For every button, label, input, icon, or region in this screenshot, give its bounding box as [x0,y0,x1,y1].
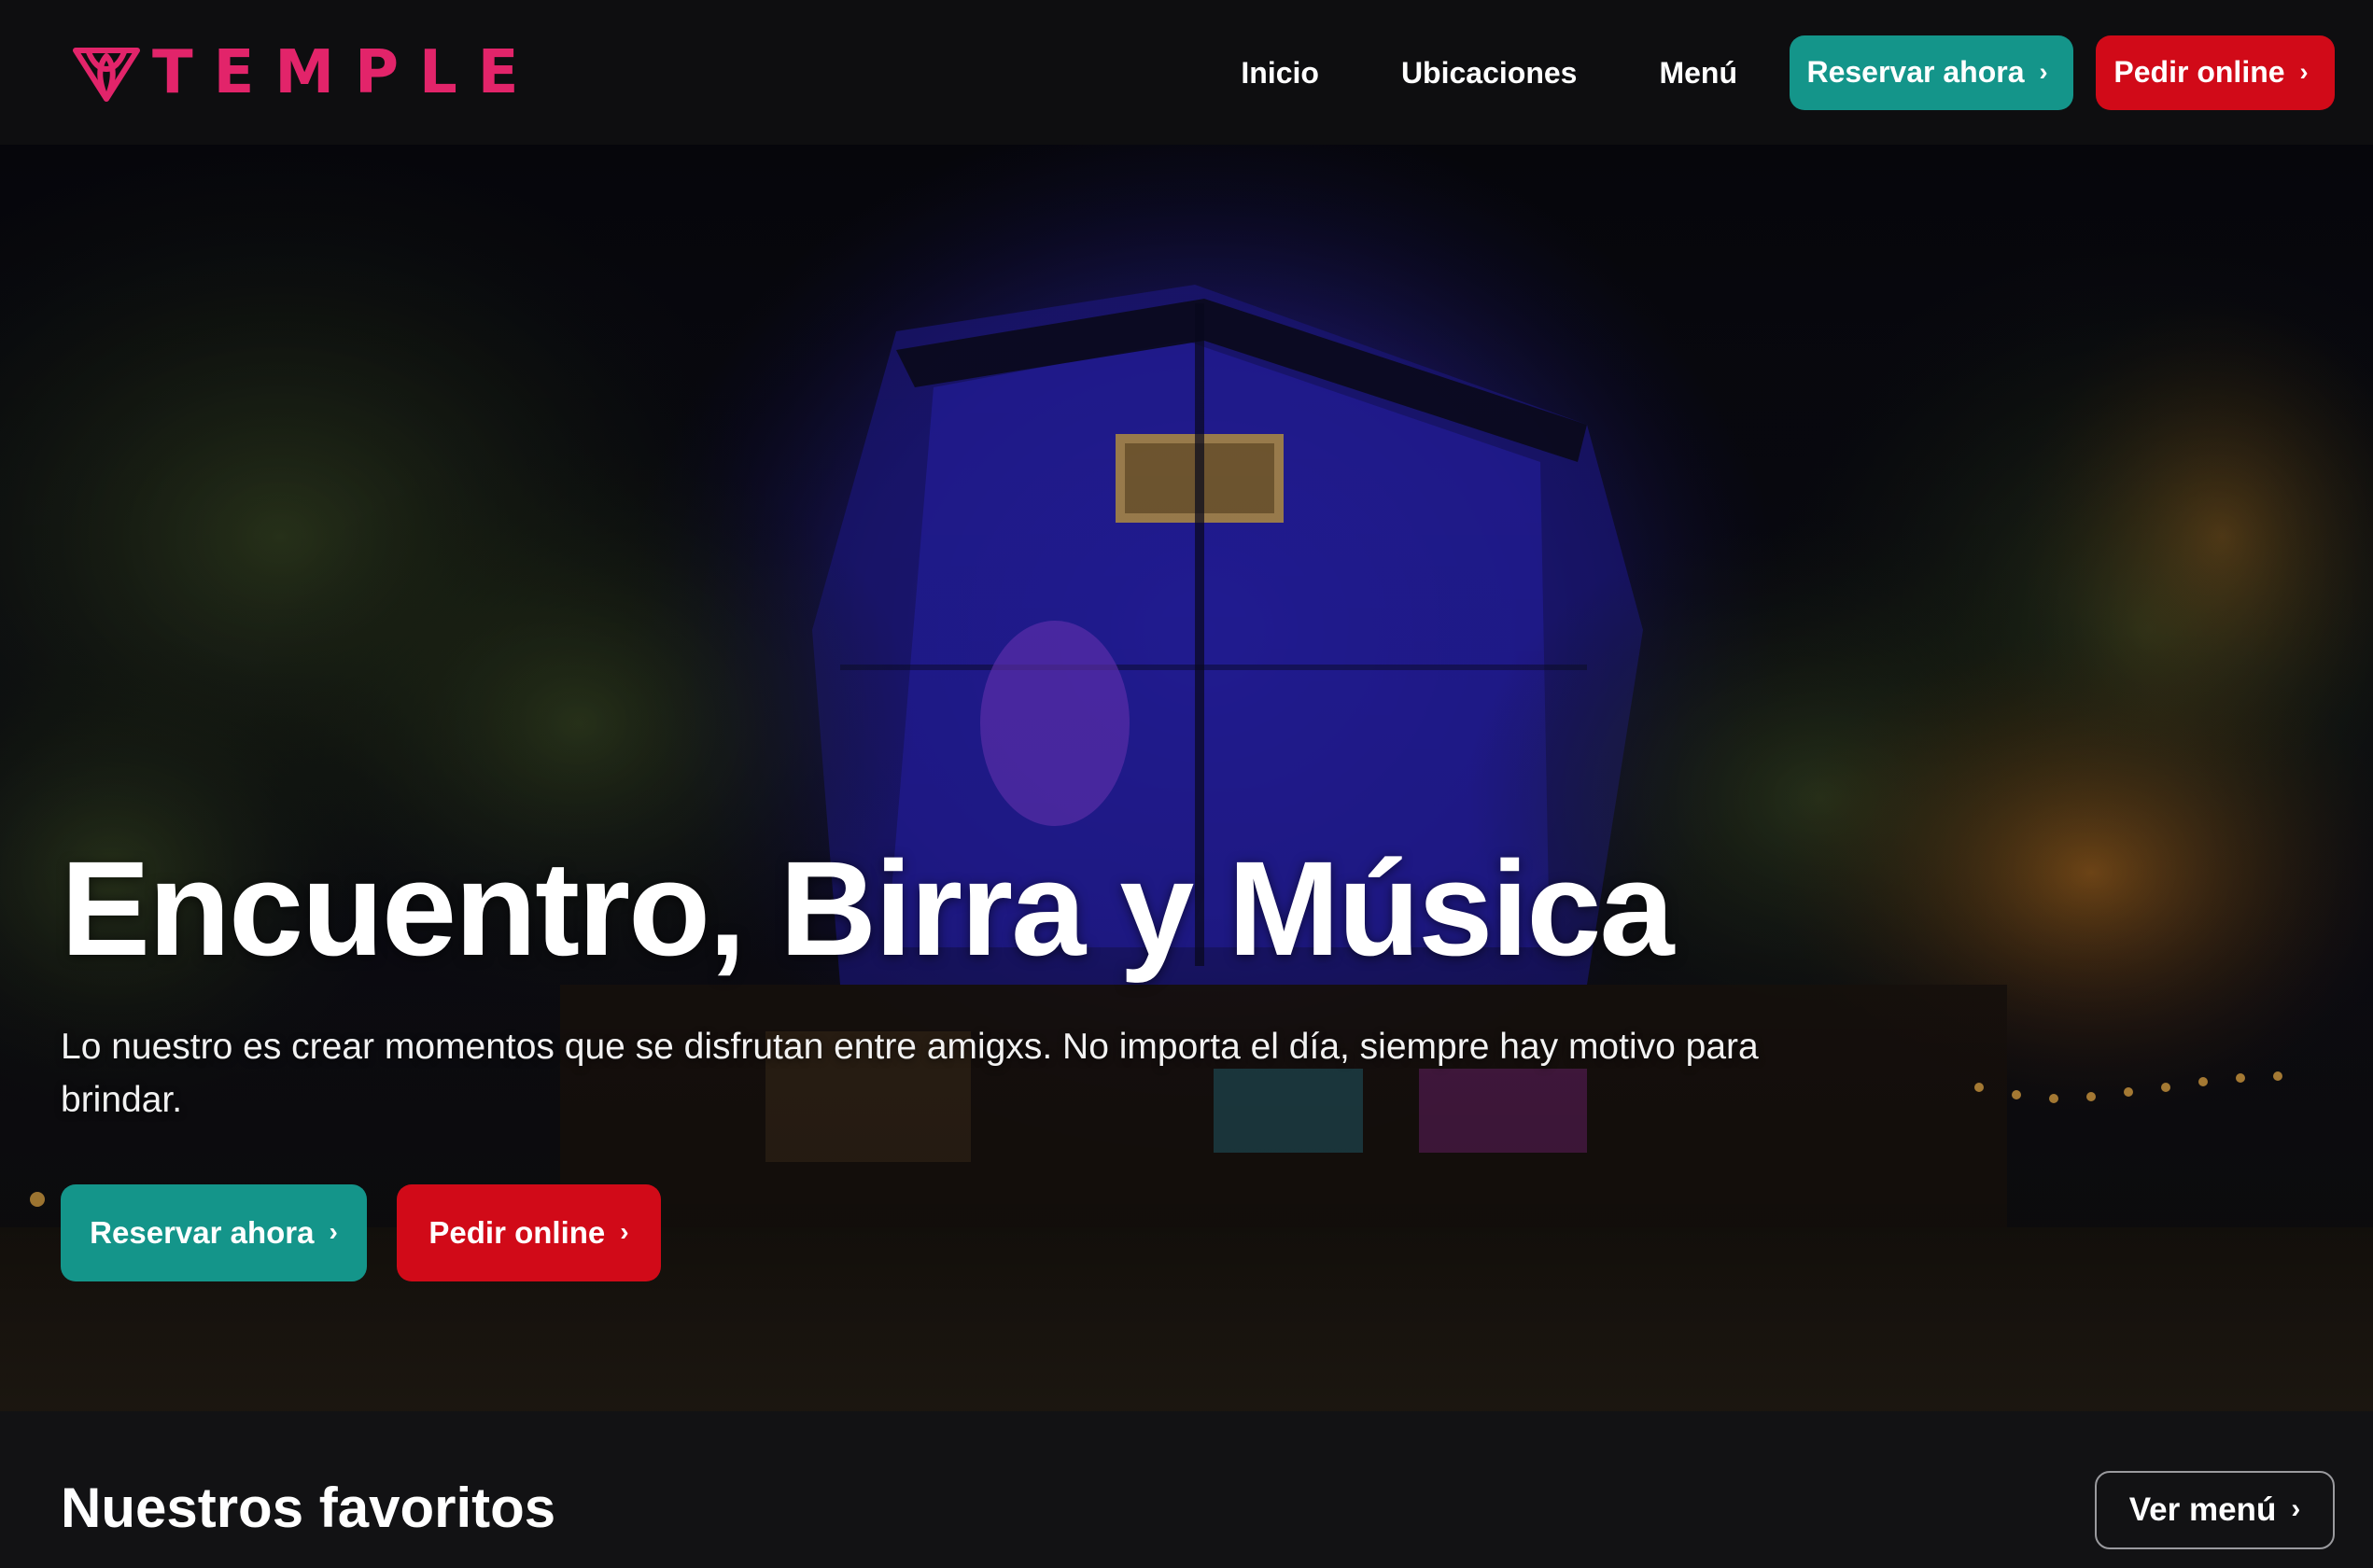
view-menu-button[interactable]: Ver menú › [2095,1471,2335,1549]
header-order-button[interactable]: Pedir online › [2096,35,2335,110]
view-menu-label: Ver menú [2128,1491,2277,1528]
brand-wordmark: TEMPLE [152,37,540,107]
nav-link-ubicaciones[interactable]: Ubicaciones [1401,58,1578,88]
chevron-right-icon: › [329,1217,338,1247]
nav-link-menu[interactable]: Menú [1659,58,1737,88]
hero-content: Encuentro, Birra y Música Lo nuestro es … [61,833,1834,1282]
chevron-right-icon: › [620,1217,629,1247]
hero-order-button[interactable]: Pedir online › [397,1184,661,1282]
chevron-right-icon: › [2039,56,2048,86]
nav-link-inicio[interactable]: Inicio [1241,58,1319,88]
hero-order-label: Pedir online [428,1215,606,1251]
site-header: TEMPLE Inicio Ubicaciones Menú Reservar … [0,0,2373,145]
brand-logo-link[interactable]: TEMPLE [70,35,539,110]
temple-logo-icon [70,43,143,103]
hero-title: Encuentro, Birra y Música [61,833,1675,984]
chevron-right-icon: › [2291,1493,2301,1525]
header-reserve-label: Reservar ahora [1806,55,2025,89]
hero-actions: Reservar ahora › Pedir online › [61,1184,1834,1282]
hero-reserve-button[interactable]: Reservar ahora › [61,1184,367,1282]
favorites-section: Nuestros favoritos Ver menú › [0,1411,2373,1568]
main-nav: Inicio Ubicaciones Menú Reservar ahora ›… [1241,35,2335,110]
hero-reserve-label: Reservar ahora [90,1215,315,1251]
chevron-right-icon: › [2299,56,2309,86]
favorites-title: Nuestros favoritos [61,1477,556,1539]
header-order-label: Pedir online [2113,55,2285,89]
header-reserve-button[interactable]: Reservar ahora › [1790,35,2073,110]
hero-subtitle: Lo nuestro es crear momentos que se disf… [61,1027,1759,1121]
hero-section: Encuentro, Birra y Música Lo nuestro es … [0,145,2373,1411]
